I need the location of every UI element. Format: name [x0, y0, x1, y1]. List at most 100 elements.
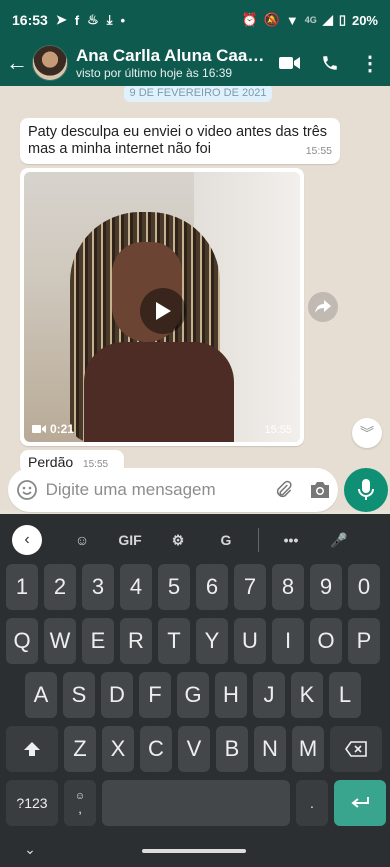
- key[interactable]: 6: [196, 564, 228, 610]
- number-row: 1 2 3 4 5 6 7 8 9 0: [6, 564, 380, 610]
- chevron-double-down-icon: ︾: [360, 425, 374, 441]
- last-seen: visto por último hoje às 16:39: [76, 66, 233, 80]
- key[interactable]: N: [254, 726, 286, 772]
- hide-keyboard-icon[interactable]: ⌄: [0, 841, 60, 858]
- sticker-icon[interactable]: ☺: [58, 532, 106, 548]
- key[interactable]: D: [101, 672, 133, 718]
- shift-icon: [24, 742, 40, 756]
- keyboard-row-1: Q W E R T Y U I O P: [6, 618, 380, 664]
- emoji-icon[interactable]: [8, 479, 46, 501]
- scroll-to-bottom-button[interactable]: ︾: [352, 418, 382, 448]
- video-thumbnail[interactable]: 0:21 15:55: [24, 172, 300, 442]
- key[interactable]: B: [216, 726, 248, 772]
- key[interactable]: 5: [158, 564, 190, 610]
- key[interactable]: L: [329, 672, 361, 718]
- space-key[interactable]: [102, 780, 290, 826]
- backspace-icon: [345, 741, 367, 757]
- key[interactable]: P: [348, 618, 380, 664]
- key[interactable]: M: [292, 726, 324, 772]
- facebook-icon: f: [74, 12, 80, 28]
- keyboard-row-bottom: ?123 ☺ , .: [6, 780, 386, 826]
- shift-key[interactable]: [6, 726, 58, 772]
- key[interactable]: 0: [348, 564, 380, 610]
- gif-button[interactable]: GIF: [106, 532, 154, 548]
- key[interactable]: 8: [272, 564, 304, 610]
- battery-percent: 20%: [351, 12, 378, 28]
- key[interactable]: W: [44, 618, 76, 664]
- voice-message-button[interactable]: [344, 468, 388, 512]
- video-call-icon[interactable]: [270, 55, 310, 71]
- contact-name: Ana Carlla Aluna Caabe...: [76, 46, 272, 65]
- dot-icon: •: [120, 12, 126, 28]
- navigation-bar: ⌄: [0, 832, 390, 867]
- key[interactable]: 1: [6, 564, 38, 610]
- key[interactable]: G: [177, 672, 209, 718]
- phone-icon[interactable]: [310, 54, 350, 72]
- translate-icon[interactable]: G: [202, 532, 250, 548]
- key[interactable]: I: [272, 618, 304, 664]
- key[interactable]: Z: [64, 726, 96, 772]
- video-duration-text: 0:21: [50, 422, 75, 436]
- microphone-icon: [358, 479, 374, 500]
- keyboard-mic-icon[interactable]: 🎤: [315, 532, 363, 549]
- chat-area[interactable]: 9 DE FEVEREIRO DE 2021 Paty desculpa eu …: [0, 86, 390, 510]
- key[interactable]: S: [63, 672, 95, 718]
- key[interactable]: C: [140, 726, 172, 772]
- contact-info[interactable]: Ana Carlla Aluna Caabe... visto por últi…: [76, 46, 272, 80]
- telegram-icon: ➤: [55, 12, 67, 27]
- key[interactable]: K: [291, 672, 323, 718]
- key[interactable]: Q: [6, 618, 38, 664]
- composer: [0, 468, 390, 514]
- enter-key[interactable]: [334, 780, 386, 826]
- alarm-icon: ⏰: [241, 12, 258, 27]
- key[interactable]: U: [234, 618, 266, 664]
- forward-icon[interactable]: [308, 292, 338, 322]
- key[interactable]: A: [25, 672, 57, 718]
- camera-icon[interactable]: [302, 481, 338, 499]
- key[interactable]: Y: [196, 618, 228, 664]
- download-icon: ⤓: [106, 12, 113, 27]
- key[interactable]: F: [139, 672, 171, 718]
- key[interactable]: 3: [82, 564, 114, 610]
- avatar[interactable]: [32, 45, 68, 81]
- message-input[interactable]: [45, 480, 267, 500]
- key[interactable]: 2: [44, 564, 76, 610]
- mute-icon: 🔕: [263, 12, 280, 27]
- message-text: Paty desculpa eu enviei o video antes da…: [28, 124, 328, 157]
- key[interactable]: E: [82, 618, 114, 664]
- key[interactable]: 9: [310, 564, 342, 610]
- symbols-key[interactable]: ?123: [6, 780, 58, 826]
- home-handle[interactable]: [142, 849, 246, 853]
- chevron-left-icon[interactable]: ‹: [12, 525, 42, 555]
- battery-icon: ▯: [338, 12, 346, 27]
- enter-icon: [351, 797, 369, 808]
- network-label: 4G: [304, 15, 317, 25]
- play-icon[interactable]: [140, 288, 186, 334]
- key[interactable]: 4: [120, 564, 152, 610]
- more-icon[interactable]: •••: [267, 532, 315, 548]
- keyboard-row-3: Z X C V B N M: [6, 726, 382, 772]
- key[interactable]: 7: [234, 564, 266, 610]
- key[interactable]: O: [310, 618, 342, 664]
- message-bubble[interactable]: Paty desculpa eu enviei o video antes da…: [20, 118, 340, 164]
- status-bar: 16:53 ➤ f ♨ ⤓ • ⏰ 🔕 ▼ 4G ◢ ▯ 20%: [0, 0, 390, 40]
- period-key[interactable]: .: [296, 780, 328, 826]
- video-message[interactable]: 0:21 15:55: [20, 168, 304, 446]
- video-camera-icon: [32, 425, 46, 433]
- video-duration: 0:21: [32, 422, 74, 436]
- key[interactable]: X: [102, 726, 134, 772]
- key[interactable]: H: [215, 672, 247, 718]
- more-options-icon[interactable]: ⋮: [350, 51, 390, 76]
- attachment-icon[interactable]: [267, 480, 303, 500]
- back-arrow-icon[interactable]: ←: [4, 50, 30, 76]
- comma-key[interactable]: ☺ ,: [64, 780, 96, 826]
- settings-icon[interactable]: ⚙: [154, 532, 202, 549]
- message-input-container[interactable]: [8, 468, 338, 512]
- key[interactable]: R: [120, 618, 152, 664]
- backspace-key[interactable]: [330, 726, 382, 772]
- key[interactable]: J: [253, 672, 285, 718]
- message-time: 15:55: [264, 424, 292, 436]
- key[interactable]: T: [158, 618, 190, 664]
- wifi-icon: ▼: [285, 12, 299, 28]
- key[interactable]: V: [178, 726, 210, 772]
